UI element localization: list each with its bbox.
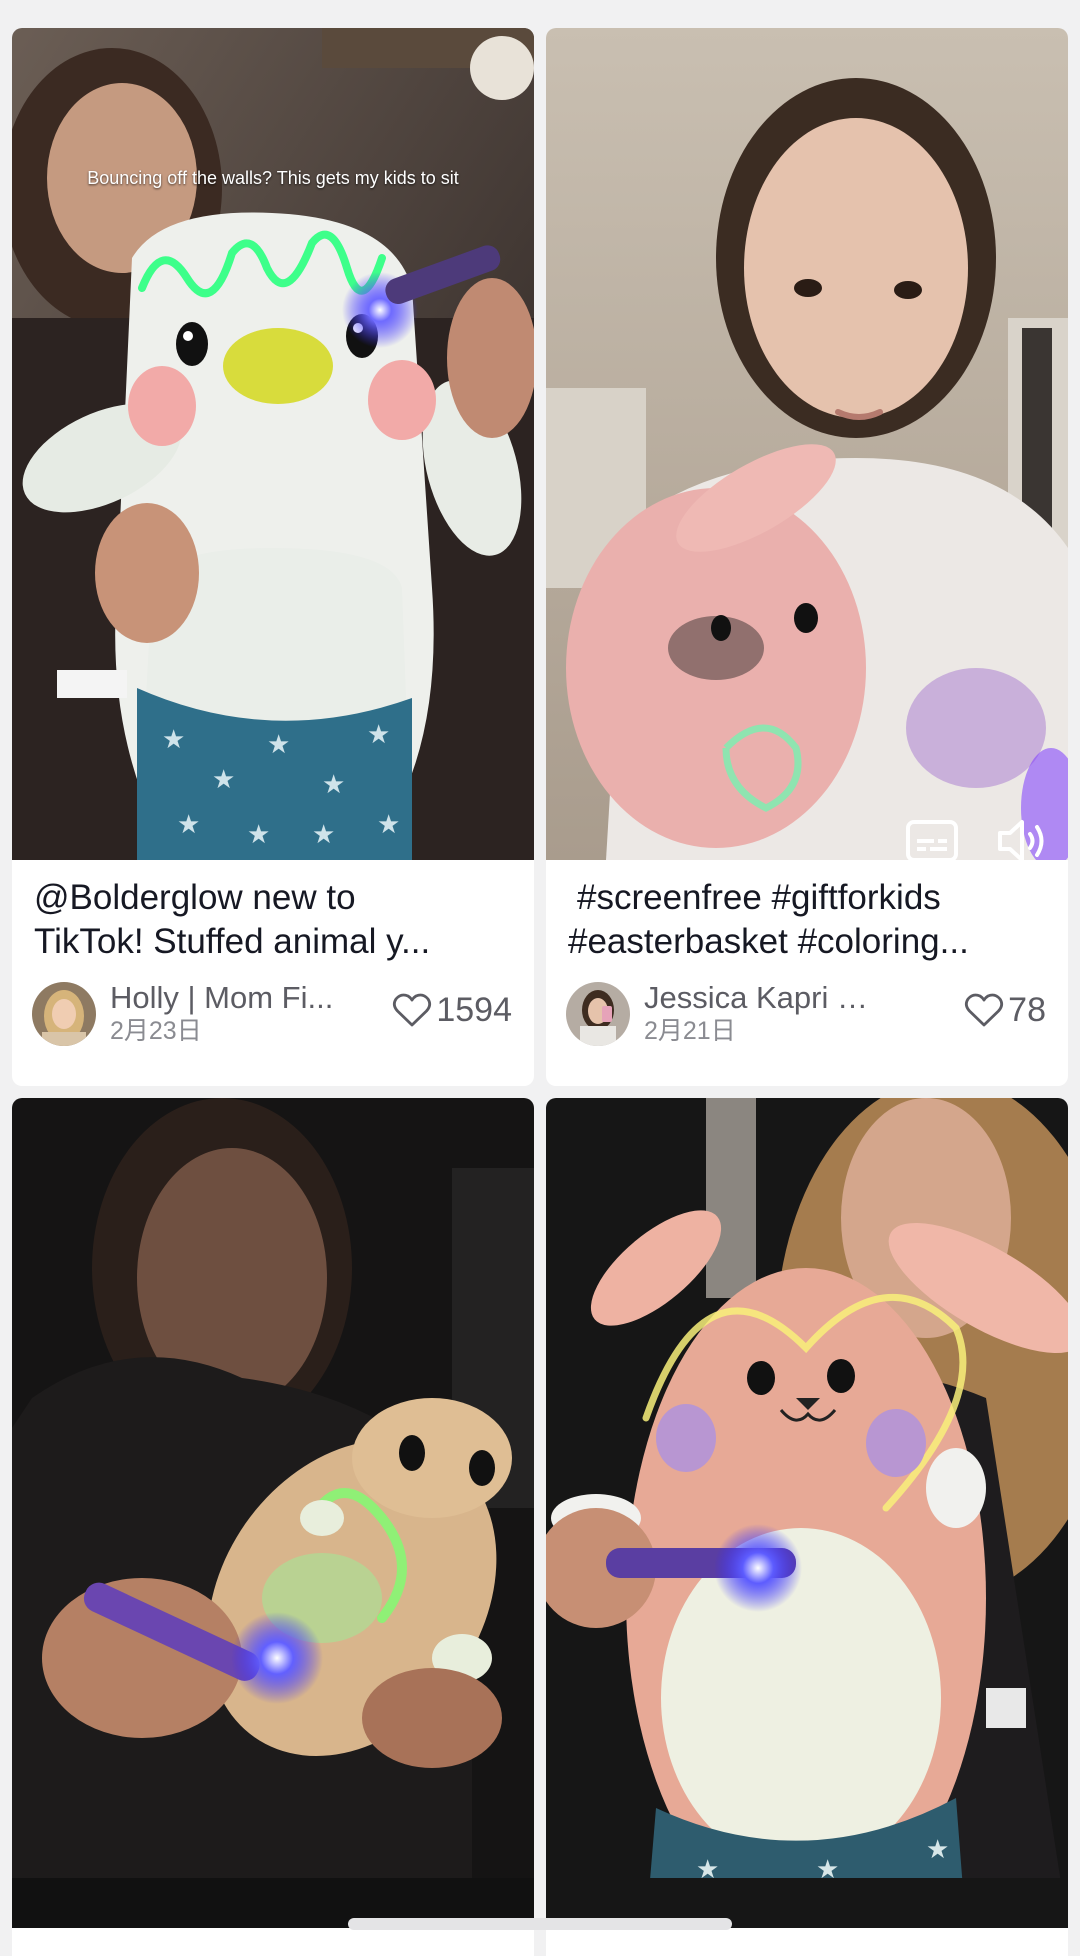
svg-text:★: ★ bbox=[322, 770, 345, 800]
heart-icon bbox=[965, 993, 1004, 1027]
like-count[interactable]: 78 bbox=[964, 990, 1046, 1030]
post-date: 2月21日 bbox=[644, 1017, 736, 1045]
home-indicator[interactable] bbox=[348, 1918, 732, 1930]
author-name[interactable]: Holly | Mom Fi... bbox=[110, 980, 365, 1016]
svg-text:★: ★ bbox=[367, 720, 390, 750]
video-overlay-text: Bouncing off the walls? This gets my kid… bbox=[87, 168, 459, 188]
video-feed: ★ ★ ★ ★ ★ ★ ★ ★ ★ Bouncing off the walls… bbox=[0, 0, 1080, 1956]
svg-text:★: ★ bbox=[267, 730, 290, 760]
post-date: 2月23日 bbox=[110, 1017, 202, 1045]
video-thumbnail[interactable]: ★ ★ ★ ★ ★ bbox=[546, 1098, 1068, 1928]
video-card[interactable]: #screenfree #giftforkids #easterbasket #… bbox=[546, 28, 1068, 1086]
video-caption[interactable]: @Bolderglow new to TikTok! Stuffed anima… bbox=[34, 876, 516, 964]
video-card[interactable]: ★ ★ ★ ★ ★ ★ ★ ★ ★ Bouncing off the walls… bbox=[12, 28, 534, 1086]
like-count[interactable]: 1594 bbox=[392, 990, 512, 1030]
heart-icon bbox=[393, 993, 432, 1027]
svg-text:★: ★ bbox=[247, 820, 270, 850]
like-count-value: 1594 bbox=[436, 990, 512, 1029]
svg-text:★: ★ bbox=[312, 820, 335, 850]
svg-text:★: ★ bbox=[926, 1835, 949, 1865]
video-thumbnail[interactable]: ★ ★ ★ ★ ★ ★ ★ ★ ★ Bouncing off the walls… bbox=[12, 28, 534, 860]
volume-icon[interactable] bbox=[992, 811, 1052, 860]
captions-icon[interactable] bbox=[902, 811, 962, 860]
avatar[interactable] bbox=[32, 982, 96, 1046]
video-card[interactable] bbox=[12, 1098, 534, 1956]
svg-text:★: ★ bbox=[377, 810, 400, 840]
video-meta: Jessica Kapri 🦋... 2月21日 78 bbox=[566, 980, 1046, 1050]
video-thumbnail[interactable] bbox=[12, 1098, 534, 1928]
svg-text:★: ★ bbox=[212, 765, 235, 795]
caption-line: @Bolderglow new to bbox=[34, 878, 356, 917]
caption-line: #easterbasket #coloring... bbox=[568, 922, 969, 961]
author-name[interactable]: Jessica Kapri 🦋... bbox=[644, 980, 899, 1016]
like-count-value: 78 bbox=[1008, 990, 1046, 1029]
video-card[interactable]: ★ ★ ★ ★ ★ bbox=[546, 1098, 1068, 1956]
caption-line: #screenfree #giftforkids bbox=[577, 878, 941, 917]
video-caption[interactable]: #screenfree #giftforkids #easterbasket #… bbox=[568, 876, 1050, 964]
caption-line: TikTok! Stuffed animal y... bbox=[34, 922, 431, 961]
video-thumbnail[interactable] bbox=[546, 28, 1068, 860]
svg-text:★: ★ bbox=[177, 810, 200, 840]
svg-text:★: ★ bbox=[162, 725, 185, 755]
video-meta: Holly | Mom Fi... 2月23日 1594 bbox=[32, 980, 512, 1050]
avatar[interactable] bbox=[566, 982, 630, 1046]
